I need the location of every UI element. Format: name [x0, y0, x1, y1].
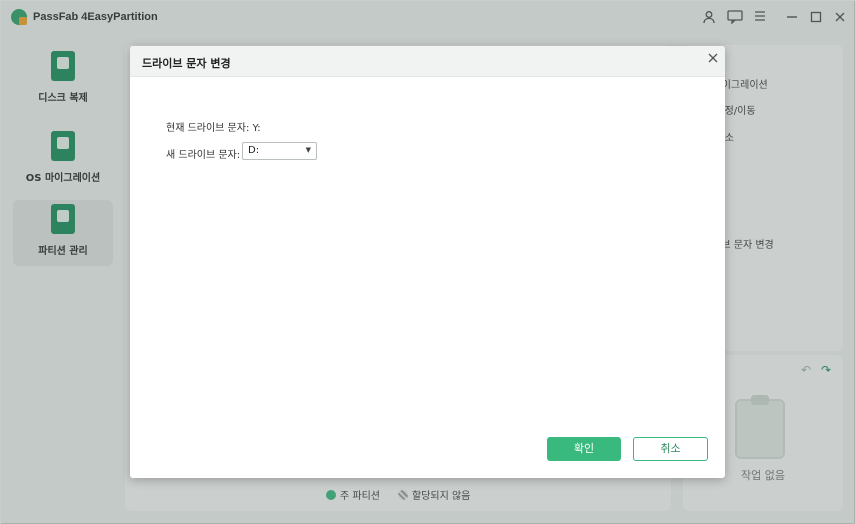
new-drive-letter-select[interactable]: D: ▼	[242, 142, 317, 160]
dialog-close-icon[interactable]	[705, 52, 721, 68]
dialog-title: 드라이브 문자 변경	[142, 57, 231, 70]
change-drive-letter-dialog: 드라이브 문자 변경 현재 드라이브 문자: Y: 새 드라이브 문자: D: …	[130, 46, 725, 478]
current-drive-letter-row: 현재 드라이브 문자: Y:	[166, 119, 261, 134]
chevron-down-icon: ▼	[305, 146, 311, 154]
new-drive-letter-value: D:	[248, 145, 260, 156]
dialog-header: 드라이브 문자 변경	[130, 46, 725, 77]
current-drive-letter-label: 현재 드라이브 문자:	[166, 123, 250, 134]
new-drive-letter-label: 새 드라이브 문자:	[166, 150, 241, 161]
cancel-button[interactable]: 취소	[633, 437, 708, 461]
current-drive-letter-value: Y:	[252, 123, 261, 134]
ok-button[interactable]: 확인	[547, 437, 621, 461]
app-window: PassFab 4EasyPartition 디스크 복제 OS 마이그레이션 …	[0, 0, 855, 524]
